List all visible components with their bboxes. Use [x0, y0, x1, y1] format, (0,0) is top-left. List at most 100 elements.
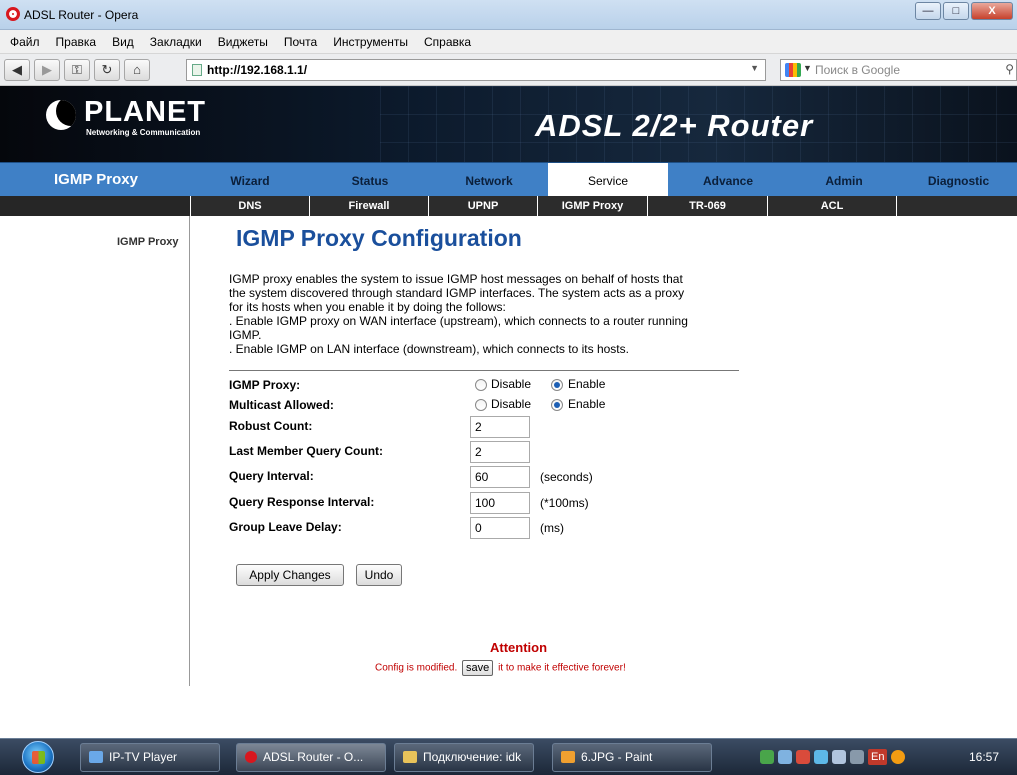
brand-name: PLANET: [84, 96, 206, 128]
menu-file[interactable]: Файл: [2, 35, 48, 49]
taskbar-clock[interactable]: 16:57: [969, 750, 999, 764]
sidebar-item-igmp-proxy[interactable]: IGMP Proxy: [117, 236, 179, 248]
last-member-query-count-input[interactable]: 2: [470, 441, 530, 463]
multicast-enable-radio[interactable]: [551, 399, 563, 411]
window-titlebar: ADSL Router - Opera — □ X: [0, 0, 1017, 30]
system-tray: En: [760, 745, 960, 769]
taskbar: IP-TV Player ADSL Router - O... Подключе…: [0, 738, 1017, 775]
task-paint[interactable]: 6.JPG - Paint: [552, 743, 712, 772]
google-icon[interactable]: [785, 63, 801, 77]
igmp-proxy-enable-label[interactable]: Enable: [568, 377, 605, 391]
search-placeholder: Поиск в Google: [815, 63, 900, 77]
subtab-tr069[interactable]: TR-069: [647, 196, 767, 216]
task-adsl-router[interactable]: ADSL Router - O...: [236, 743, 386, 772]
folder-icon: [403, 751, 417, 763]
menu-tools[interactable]: Инструменты: [325, 35, 416, 49]
query-interval-label: Query Interval:: [229, 469, 314, 483]
subtab-upnp[interactable]: UPNP: [428, 196, 537, 216]
menu-widgets[interactable]: Виджеты: [210, 35, 276, 49]
back-arrow-icon[interactable]: ◀: [4, 59, 30, 81]
tray-network-icon[interactable]: [778, 750, 792, 764]
paint-icon: [561, 751, 575, 763]
search-field[interactable]: ▼ Поиск в Google ⚲: [780, 59, 1017, 81]
tray-volume-icon[interactable]: [832, 750, 846, 764]
tray-sync-icon[interactable]: [850, 750, 864, 764]
igmp-proxy-disable-label[interactable]: Disable: [491, 377, 531, 391]
search-engine-dropdown-icon[interactable]: ▼: [803, 63, 812, 73]
product-name: ADSL 2/2+ Router: [535, 108, 814, 143]
description-line: IGMP.: [229, 328, 262, 342]
menu-view[interactable]: Вид: [104, 35, 142, 49]
tray-app-icon[interactable]: [760, 750, 774, 764]
reload-icon[interactable]: ↻: [94, 59, 120, 81]
search-icon[interactable]: ⚲: [1005, 62, 1014, 76]
tab-service[interactable]: Service: [548, 163, 668, 197]
robust-count-label: Robust Count:: [229, 419, 313, 433]
tab-status[interactable]: Status: [310, 163, 430, 197]
multicast-enable-label[interactable]: Enable: [568, 397, 605, 411]
subtab-igmp-proxy[interactable]: IGMP Proxy: [537, 196, 647, 216]
multicast-allowed-label: Multicast Allowed:: [229, 398, 334, 412]
group-leave-delay-input[interactable]: 0: [470, 517, 530, 539]
close-button[interactable]: X: [971, 2, 1013, 20]
url-dropdown-icon[interactable]: ▼: [750, 63, 759, 73]
menu-bar: Файл Правка Вид Закладки Виджеты Почта И…: [0, 30, 1017, 54]
url-field[interactable]: http://192.168.1.1/ ▼: [186, 59, 766, 81]
group-leave-delay-row: Group Leave Delay: 0 (ms): [229, 517, 749, 539]
menu-bookmarks[interactable]: Закладки: [142, 35, 210, 49]
subtab-acl[interactable]: ACL: [767, 196, 897, 216]
query-response-interval-input[interactable]: 100: [470, 492, 530, 514]
query-response-interval-row: Query Response Interval: 100 (*100ms): [229, 492, 749, 514]
menu-mail[interactable]: Почта: [276, 35, 325, 49]
start-button-icon[interactable]: [22, 741, 54, 773]
igmp-proxy-row: IGMP Proxy: Disable Enable: [229, 375, 749, 395]
tray-opera-icon[interactable]: [891, 750, 906, 764]
group-leave-delay-unit: (ms): [540, 521, 564, 535]
home-icon[interactable]: ⌂: [124, 59, 150, 81]
multicast-disable-label[interactable]: Disable: [491, 397, 531, 411]
tray-update-icon[interactable]: [814, 750, 828, 764]
window-controls: — □ X: [915, 2, 1013, 20]
window-title: ADSL Router - Opera: [24, 8, 139, 22]
description-line: for its hosts when you enable it by doin…: [229, 300, 506, 314]
description-line: . Enable IGMP on LAN interface (downstre…: [229, 342, 629, 356]
subtab-dns[interactable]: DNS: [190, 196, 309, 216]
tab-network[interactable]: Network: [430, 163, 548, 197]
query-response-interval-unit: (*100ms): [540, 496, 589, 510]
brand-tagline: Networking & Communication: [86, 128, 201, 137]
undo-button[interactable]: Undo: [356, 564, 402, 586]
tab-advance[interactable]: Advance: [668, 163, 788, 197]
query-response-interval-label: Query Response Interval:: [229, 495, 375, 509]
tray-security-icon[interactable]: [796, 750, 810, 764]
menu-edit[interactable]: Правка: [48, 35, 105, 49]
sidebar-divider: [189, 216, 190, 686]
subtab-firewall[interactable]: Firewall: [309, 196, 428, 216]
query-interval-input[interactable]: 60: [470, 466, 530, 488]
description-line: IGMP proxy enables the system to issue I…: [229, 272, 683, 286]
robust-count-row: Robust Count: 2: [229, 416, 749, 438]
task-connection[interactable]: Подключение: idk: [394, 743, 534, 772]
task-label: Подключение: idk: [423, 750, 522, 764]
igmp-proxy-enable-radio[interactable]: [551, 379, 563, 391]
maximize-button[interactable]: □: [943, 2, 969, 20]
apply-changes-button[interactable]: Apply Changes: [236, 564, 344, 586]
key-icon[interactable]: ⚿: [64, 59, 90, 81]
tab-admin[interactable]: Admin: [788, 163, 900, 197]
planet-logo-icon: [46, 100, 76, 130]
language-indicator[interactable]: En: [868, 749, 888, 765]
forward-arrow-icon[interactable]: ▶: [34, 59, 60, 81]
robust-count-input[interactable]: 2: [470, 416, 530, 438]
save-button[interactable]: save: [462, 660, 494, 676]
description-line: . Enable IGMP proxy on WAN interface (up…: [229, 314, 688, 328]
multicast-allowed-row: Multicast Allowed: Disable Enable: [229, 395, 749, 415]
task-label: 6.JPG - Paint: [581, 750, 653, 764]
tab-diagnostic[interactable]: Diagnostic: [900, 163, 1017, 197]
attention-message: Config is modified. save it to make it e…: [375, 660, 626, 676]
tab-wizard[interactable]: Wizard: [190, 163, 310, 197]
menu-help[interactable]: Справка: [416, 35, 479, 49]
minimize-button[interactable]: —: [915, 2, 941, 20]
task-iptv-player[interactable]: IP-TV Player: [80, 743, 220, 772]
igmp-proxy-disable-radio[interactable]: [475, 379, 487, 391]
multicast-disable-radio[interactable]: [475, 399, 487, 411]
url-text: http://192.168.1.1/: [207, 63, 308, 77]
